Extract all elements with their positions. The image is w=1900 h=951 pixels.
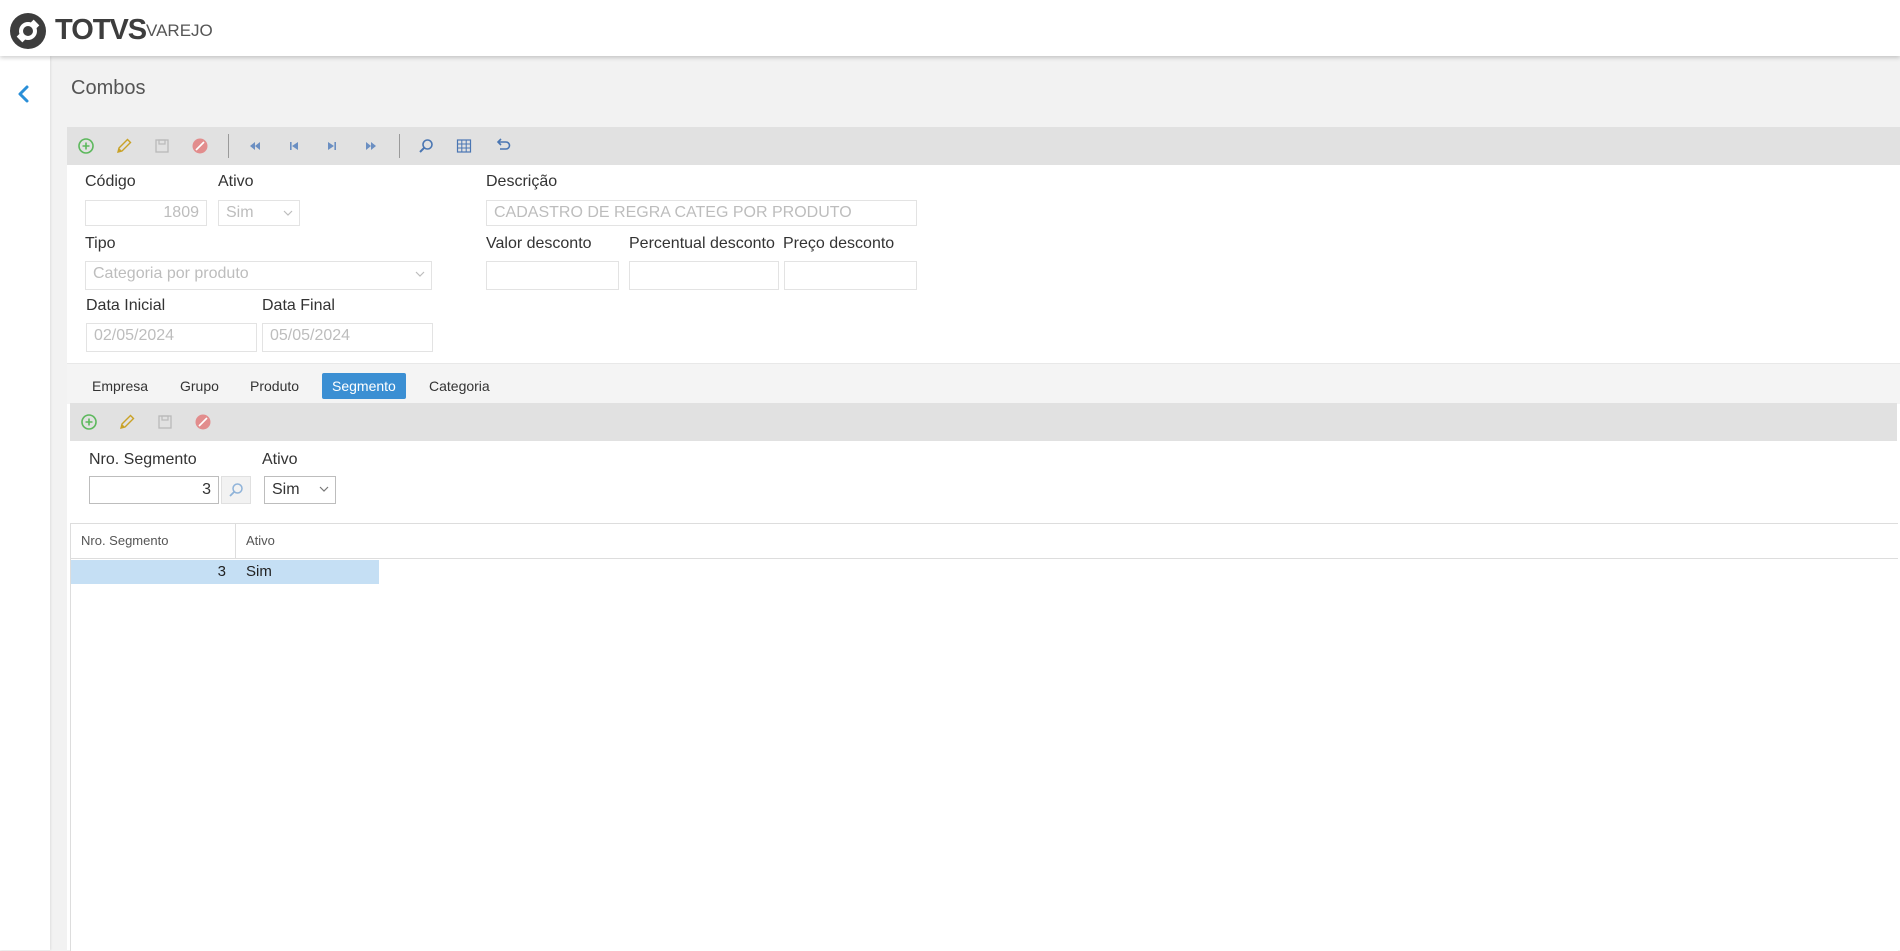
undo-button[interactable] xyxy=(492,135,514,157)
edit-button[interactable] xyxy=(113,135,135,157)
cell-ativo: Sim xyxy=(246,563,272,580)
nro-segmento-search-button[interactable] xyxy=(221,476,251,504)
next-record-button[interactable] xyxy=(321,135,343,157)
grid-view-button[interactable] xyxy=(453,135,475,157)
segment-cancel-button[interactable] xyxy=(192,411,214,433)
segment-ativo-value: Sim xyxy=(272,481,300,498)
undo-icon xyxy=(496,138,511,150)
segment-form: Nro. Segmento 3 Ativo Sim xyxy=(70,441,1897,523)
valor-desconto-label: Valor desconto xyxy=(486,235,592,252)
tab-segmento[interactable]: Segmento xyxy=(322,373,406,399)
preco-desconto-field[interactable] xyxy=(784,261,917,290)
preco-desconto-label: Preço desconto xyxy=(783,235,895,252)
nro-segmento-field[interactable]: 3 xyxy=(89,476,219,504)
cell-nro-segmento: 3 xyxy=(217,563,226,580)
search-icon xyxy=(229,483,243,497)
percentual-desconto-field[interactable] xyxy=(629,261,779,290)
previous-record-button[interactable] xyxy=(283,135,305,157)
grid-header: Nro. Segmento Ativo xyxy=(71,524,1898,559)
chevron-down-icon xyxy=(319,486,329,492)
percentual-desconto-label: Percentual desconto xyxy=(629,235,775,252)
codigo-label: Código xyxy=(85,173,136,190)
segment-ativo-select[interactable]: Sim xyxy=(264,476,336,504)
grid-icon xyxy=(456,139,472,153)
brand-name: TOTVS xyxy=(55,14,147,46)
tipo-value: Categoria por produto xyxy=(93,265,249,282)
tipo-select[interactable]: Categoria por produto xyxy=(85,261,432,290)
save-icon xyxy=(158,415,172,429)
edit-icon xyxy=(117,138,132,153)
ativo-label: Ativo xyxy=(218,173,254,190)
chevron-down-icon xyxy=(415,271,425,277)
cancel-icon xyxy=(192,138,208,154)
edit-icon xyxy=(120,414,135,429)
main-panel: Código 1809 Ativo Sim Descrição CADASTRO… xyxy=(67,127,1900,951)
tab-grupo[interactable]: Grupo xyxy=(170,373,229,399)
descricao-label: Descrição xyxy=(486,173,558,190)
last-record-button[interactable] xyxy=(360,135,382,157)
data-final-field[interactable]: 05/05/2024 xyxy=(262,323,433,352)
chevron-left-icon[interactable] xyxy=(14,84,34,104)
add-icon xyxy=(81,414,97,430)
search-button[interactable] xyxy=(415,135,437,157)
cancel-button[interactable] xyxy=(189,135,211,157)
segment-grid: Nro. Segmento Ativo 3 Sim xyxy=(70,523,1898,951)
detail-tabs: Empresa Grupo Produto Segmento Categoria xyxy=(67,363,1900,404)
page-title: Combos xyxy=(71,77,146,99)
tab-empresa[interactable]: Empresa xyxy=(82,373,158,399)
main-toolbar xyxy=(67,127,1900,165)
search-icon xyxy=(419,139,433,153)
tab-produto[interactable]: Produto xyxy=(240,373,309,399)
valor-desconto-field[interactable] xyxy=(486,261,619,290)
first-record-button[interactable] xyxy=(244,135,266,157)
tab-categoria[interactable]: Categoria xyxy=(419,373,500,399)
left-sidebar xyxy=(0,56,50,950)
first-record-icon xyxy=(250,142,260,150)
save-button[interactable] xyxy=(151,135,173,157)
segment-edit-button[interactable] xyxy=(116,411,138,433)
toolbar-separator xyxy=(228,134,229,158)
add-button[interactable] xyxy=(75,135,97,157)
totvs-logo-icon xyxy=(10,13,46,49)
last-record-icon xyxy=(366,142,376,150)
descricao-field[interactable]: CADASTRO DE REGRA CATEG POR PRODUTO xyxy=(486,200,917,226)
ativo-select[interactable]: Sim xyxy=(218,200,300,226)
save-icon xyxy=(155,139,169,153)
top-bar: TOTVS VAREJO xyxy=(0,0,1900,56)
data-inicial-field[interactable]: 02/05/2024 xyxy=(86,323,257,352)
nro-segmento-label: Nro. Segmento xyxy=(89,451,197,468)
brand-subtitle: VAREJO xyxy=(146,21,213,40)
data-final-label: Data Final xyxy=(262,297,335,314)
column-header-ativo[interactable]: Ativo xyxy=(236,524,536,558)
segment-save-button[interactable] xyxy=(154,411,176,433)
add-icon xyxy=(78,138,94,154)
data-inicial-label: Data Inicial xyxy=(86,297,166,314)
ativo-value: Sim xyxy=(226,204,254,221)
tipo-label: Tipo xyxy=(85,235,116,252)
segment-toolbar xyxy=(70,403,1897,441)
segment-add-button[interactable] xyxy=(78,411,100,433)
segment-ativo-label: Ativo xyxy=(262,451,298,468)
chevron-down-icon xyxy=(283,210,293,216)
previous-record-icon xyxy=(290,142,298,150)
column-header-nro-segmento[interactable]: Nro. Segmento xyxy=(71,524,236,558)
table-row[interactable]: 3 Sim xyxy=(71,560,379,584)
next-record-icon xyxy=(328,142,336,150)
codigo-field[interactable]: 1809 xyxy=(85,200,207,226)
cancel-icon xyxy=(195,414,211,430)
toolbar-separator xyxy=(399,134,400,158)
